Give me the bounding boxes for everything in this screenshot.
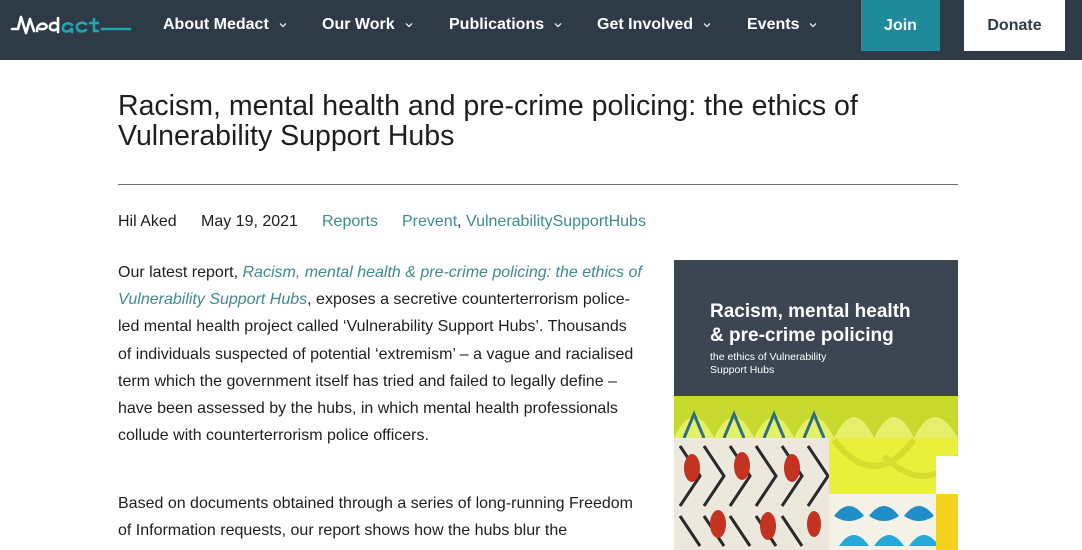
- nav-get-involved[interactable]: Get Involved: [597, 14, 711, 36]
- cover-artwork-icon: [674, 396, 958, 550]
- nav-label: Get Involved: [597, 16, 694, 33]
- paragraph-line: Based on documents obtained through a se…: [118, 495, 633, 512]
- nav-our-work[interactable]: Our Work: [322, 14, 413, 36]
- cover-subtitle-line: Support Hubs: [710, 364, 775, 376]
- paragraph-line: term which the government itself has tri…: [118, 372, 617, 390]
- report-link[interactable]: Vulnerability Support Hubs: [118, 291, 307, 308]
- paragraph-text: Our latest report,: [118, 264, 243, 281]
- donate-button[interactable]: Donate: [964, 0, 1065, 51]
- author-name: Hil Aked: [118, 213, 177, 230]
- paragraph-line: of individuals suspected of potential ‘e…: [118, 345, 634, 363]
- cover-subtitle: the ethics of Vulnerability Support Hubs: [710, 351, 826, 377]
- article-paragraph: Our latest report, Racism, mental health…: [118, 259, 648, 449]
- cover-title-line: & pre-crime policing: [710, 325, 894, 346]
- tag-link-vulnerability-support-hubs[interactable]: VulnerabilitySupportHubs: [466, 212, 646, 232]
- nav-label: Publications: [449, 16, 545, 33]
- chevron-down-icon: [279, 23, 287, 28]
- paragraph-line: led mental health project called ‘Vulner…: [118, 318, 627, 336]
- paragraph-line: collude with counterterrorism police off…: [118, 427, 429, 445]
- paragraph-line: have been assessed by the hubs, in which…: [118, 400, 618, 418]
- cover-title-panel: Racism, mental health & pre-crime polici…: [674, 260, 958, 396]
- nav-publications[interactable]: Publications: [449, 14, 562, 36]
- chevron-down-icon: [703, 23, 711, 28]
- site-header: About Medact Our Work Publications Get I…: [0, 0, 1082, 60]
- cover-title: Racism, mental health & pre-crime polici…: [710, 300, 911, 348]
- article-paragraph: Based on documents obtained through a se…: [118, 490, 648, 544]
- paragraph-line: Our latest report, Racism, mental health…: [118, 259, 648, 286]
- tag-separator: ,: [457, 213, 462, 230]
- cover-title-line: Racism, mental health: [710, 301, 911, 322]
- title-line: Vulnerability Support Hubs: [118, 120, 455, 152]
- cover-subtitle-line: the ethics of Vulnerability: [710, 351, 827, 363]
- paragraph-line: of Information requests, our report show…: [118, 522, 568, 540]
- category-link-reports[interactable]: Reports: [322, 212, 378, 232]
- join-button[interactable]: Join: [861, 0, 940, 51]
- tag-link-prevent[interactable]: Prevent: [402, 212, 457, 232]
- nav-label: Events: [747, 16, 800, 33]
- chevron-down-icon: [810, 23, 817, 28]
- title-line: Racism, mental health and pre-crime poli…: [118, 90, 858, 122]
- nav-label: About Medact: [163, 16, 269, 33]
- report-link[interactable]: Racism, mental health & pre-crime polici…: [243, 264, 642, 281]
- title-divider: [118, 184, 958, 185]
- paragraph-text: , exposes a secretive counterterrorism p…: [307, 291, 630, 309]
- chevron-down-icon: [405, 23, 413, 28]
- paragraph-line: Vulnerability Support Hubs, exposes a se…: [118, 286, 648, 313]
- nav-about-medact[interactable]: About Medact: [163, 14, 287, 36]
- chevron-down-icon: [554, 23, 562, 28]
- publish-date: May 19, 2021: [201, 213, 298, 230]
- medact-logo-icon[interactable]: [10, 11, 132, 39]
- report-cover-image[interactable]: Racism, mental health & pre-crime polici…: [674, 260, 958, 550]
- nav-events[interactable]: Events: [747, 14, 817, 36]
- page-title: Racism, mental health and pre-crime poli…: [118, 91, 958, 151]
- nav-label: Our Work: [322, 16, 395, 33]
